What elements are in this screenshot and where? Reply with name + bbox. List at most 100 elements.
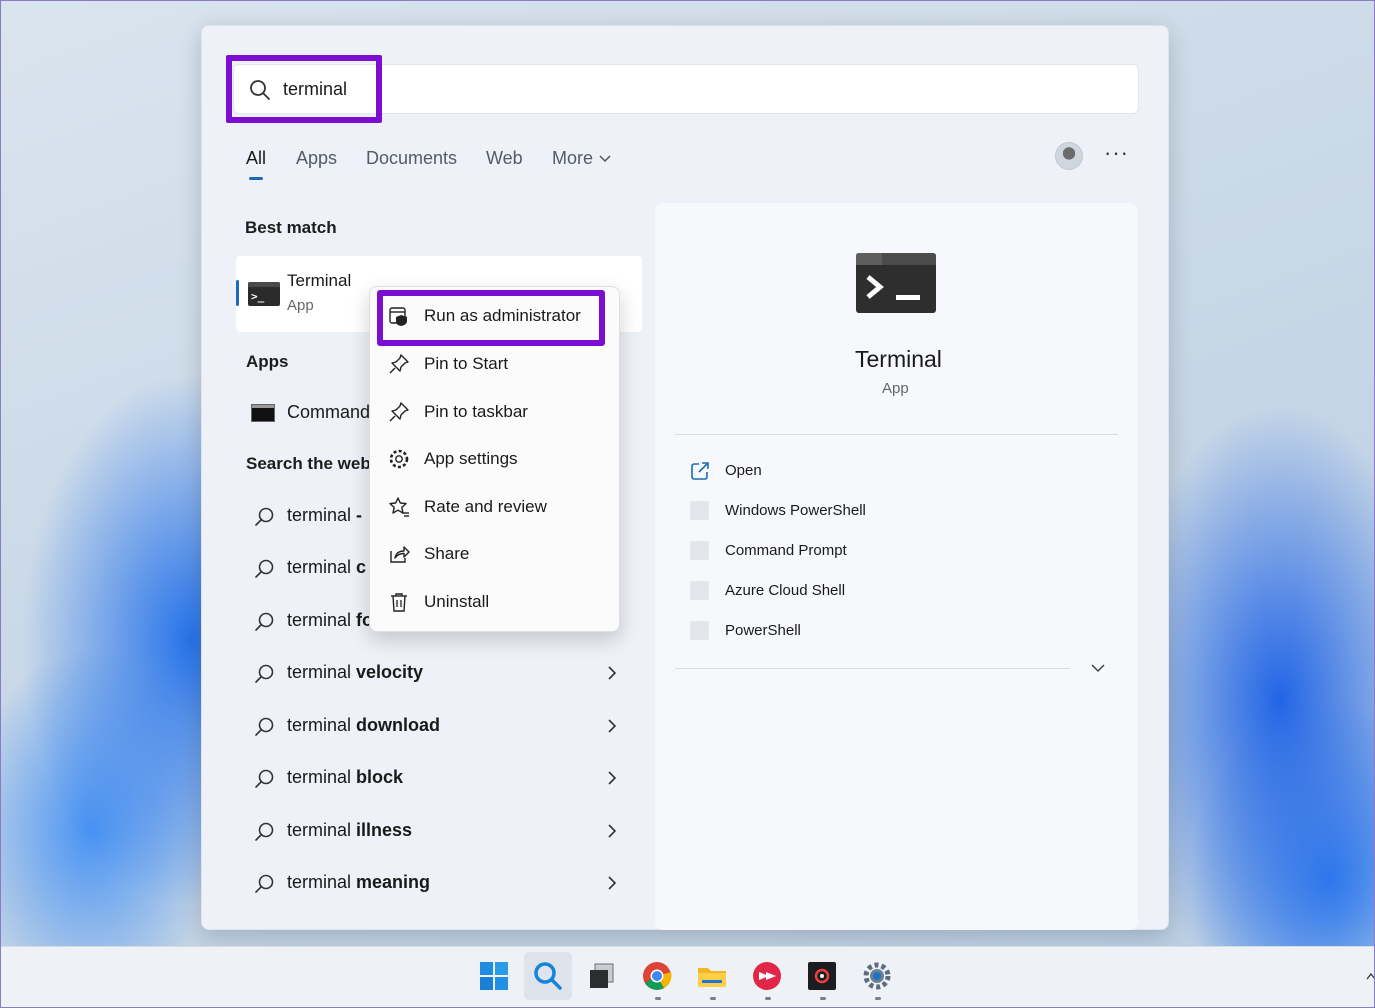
windows-start-icon[interactable] <box>478 960 510 992</box>
file-explorer-icon[interactable] <box>696 960 728 992</box>
web-result-query: terminal <box>287 662 352 682</box>
web-result-text: terminal - <box>287 505 367 526</box>
terminal-app-large-icon <box>856 253 936 313</box>
search-icon <box>255 507 274 526</box>
tab-documents[interactable]: Documents <box>366 148 457 169</box>
chrome-icon[interactable] <box>641 960 673 992</box>
search-icon <box>255 769 274 788</box>
app-item-command[interactable]: Command <box>287 402 370 423</box>
gear-icon <box>388 448 410 470</box>
context-menu-item-share[interactable]: Share <box>386 536 606 572</box>
web-result-query: terminal <box>287 767 352 787</box>
pin-icon <box>388 401 410 423</box>
detail-action-open[interactable]: Open <box>690 456 1090 486</box>
best-match-heading: Best match <box>245 218 337 237</box>
web-result-text: terminal download <box>287 715 440 736</box>
context-menu-item-uninstall[interactable]: Uninstall <box>386 584 606 620</box>
web-result-text: terminal meaning <box>287 872 430 893</box>
web-result-text: terminal c <box>287 557 366 578</box>
star-review-icon <box>388 496 410 518</box>
more-options-icon[interactable]: ··· <box>1104 140 1129 166</box>
taskbar <box>0 946 1375 1008</box>
web-result-text: terminal velocity <box>287 662 423 683</box>
detail-divider-bottom <box>675 668 1070 669</box>
taskbar-running-indicator <box>820 997 826 1000</box>
taskbar-running-indicator <box>765 997 771 1000</box>
expand-chevron-icon[interactable] <box>1090 662 1106 674</box>
search-icon <box>255 612 274 631</box>
detail-action-label: PowerShell <box>725 622 801 639</box>
detail-action-label: Command Prompt <box>725 542 847 559</box>
apps-heading: Apps <box>246 352 289 371</box>
taskbar-running-indicator <box>655 997 661 1000</box>
web-result-row[interactable]: terminal velocity <box>236 653 642 693</box>
web-result-suggestion: - <box>351 505 368 525</box>
tab-more-label: More <box>552 148 594 168</box>
detail-action-azure-cloud-shell[interactable]: Azure Cloud Shell <box>690 576 1090 606</box>
search-highlight-box <box>226 55 382 123</box>
detail-action-label: Windows PowerShell <box>725 502 866 519</box>
selection-accent <box>236 280 239 306</box>
search-icon <box>255 874 274 893</box>
web-result-text: terminal block <box>287 767 403 788</box>
context-menu-label: Share <box>424 544 470 563</box>
tab-apps[interactable]: Apps <box>296 148 337 169</box>
pin-icon <box>388 353 410 375</box>
web-result-row[interactable]: terminal illness <box>236 811 642 851</box>
share-icon <box>388 543 410 565</box>
detail-action-powershell[interactable]: PowerShell <box>690 616 1090 646</box>
detail-title: Terminal <box>855 346 942 372</box>
command-prompt-icon <box>251 404 275 422</box>
context-menu-item-pin-to-start[interactable]: Pin to Start <box>386 346 606 382</box>
web-result-row[interactable]: terminal meaning <box>236 863 642 903</box>
search-icon <box>255 822 274 841</box>
search-icon <box>255 664 274 683</box>
tab-all[interactable]: All <box>246 148 266 169</box>
context-menu-item-rate-and-review[interactable]: Rate and review <box>386 489 606 525</box>
taskbar-running-indicator <box>710 997 716 1000</box>
settings-gear-icon[interactable] <box>861 960 893 992</box>
search-icon[interactable] <box>532 960 564 992</box>
task-view-icon[interactable] <box>586 960 618 992</box>
detail-action-label: Open <box>725 462 762 479</box>
web-result-suggestion: download <box>351 715 441 735</box>
context-menu-item-pin-to-taskbar[interactable]: Pin to taskbar <box>386 394 606 430</box>
app-red-icon[interactable] <box>751 960 783 992</box>
placeholder-icon <box>690 581 709 600</box>
context-menu-label: Pin to taskbar <box>424 402 528 421</box>
app-dark-icon[interactable] <box>806 960 838 992</box>
avatar[interactable] <box>1055 142 1083 170</box>
web-result-suggestion: velocity <box>351 662 424 682</box>
tab-more[interactable]: More <box>552 148 611 169</box>
tab-web[interactable]: Web <box>486 148 523 169</box>
run-as-admin-highlight-box <box>377 290 605 346</box>
placeholder-icon <box>690 501 709 520</box>
web-result-query: terminal <box>287 715 352 735</box>
search-web-heading: Search the web <box>246 454 371 473</box>
web-result-query: terminal <box>287 820 352 840</box>
detail-action-label: Azure Cloud Shell <box>725 582 846 599</box>
trash-icon <box>388 591 410 613</box>
placeholder-icon <box>690 621 709 640</box>
chevron-up-icon[interactable] <box>1366 972 1375 980</box>
context-menu-label: Rate and review <box>424 497 547 516</box>
web-result-suggestion: c <box>351 557 367 577</box>
web-result-row[interactable]: terminal download <box>236 706 642 746</box>
chevron-down-icon <box>599 155 611 163</box>
web-result-suggestion: illness <box>351 820 413 840</box>
context-menu-label: Uninstall <box>424 592 490 611</box>
web-result-row[interactable]: terminal block <box>236 758 642 798</box>
detail-action-windows-powershell[interactable]: Windows PowerShell <box>690 496 1090 526</box>
search-icon <box>255 717 274 736</box>
best-match-type: App <box>287 297 314 314</box>
detail-divider <box>675 434 1118 435</box>
web-result-text: terminal fo <box>287 610 373 631</box>
search-icon <box>255 559 274 578</box>
detail-action-command-prompt[interactable]: Command Prompt <box>690 536 1090 566</box>
web-result-text: terminal illness <box>287 820 412 841</box>
detail-subtitle: App <box>882 380 909 397</box>
terminal-app-icon: >_ <box>248 282 280 306</box>
placeholder-icon <box>690 541 709 560</box>
web-result-query: terminal <box>287 557 352 577</box>
context-menu-item-app-settings[interactable]: App settings <box>386 441 606 477</box>
